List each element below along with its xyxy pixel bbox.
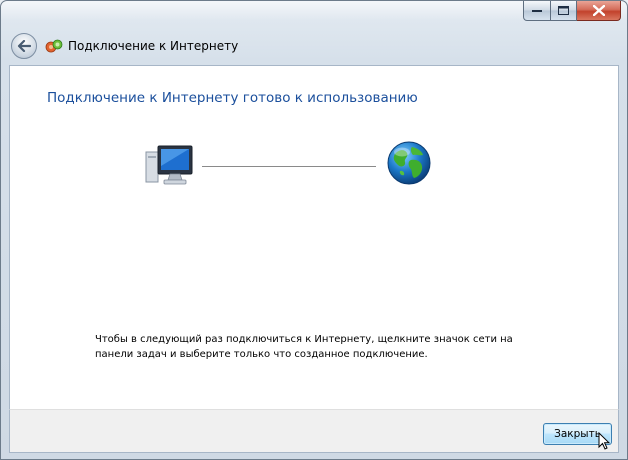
page-heading: Подключение к Интернету готово к использ… (47, 90, 418, 106)
wizard-window: Подключение к Интернету Подключение к Ин… (0, 0, 628, 460)
close-icon (592, 5, 605, 16)
connection-line (202, 166, 376, 167)
maximize-icon (558, 6, 569, 15)
close-window-button[interactable] (577, 1, 621, 21)
maximize-button[interactable] (551, 1, 577, 21)
mouse-cursor-icon (598, 432, 610, 450)
internet-globe-icon (387, 141, 431, 185)
navigation-bar: Подключение к Интернету (11, 33, 238, 59)
network-connection-icon (45, 39, 63, 53)
caption-buttons (523, 1, 621, 21)
back-button[interactable] (11, 33, 37, 59)
minimize-icon (532, 9, 542, 12)
content-panel: Подключение к Интернету готово к использ… (9, 65, 619, 410)
instruction-text: Чтобы в следующий раз подключиться к Инт… (95, 334, 513, 360)
window-title: Подключение к Интернету (68, 39, 239, 53)
button-bar: Закрыть (9, 409, 619, 453)
minimize-button[interactable] (523, 1, 551, 21)
back-arrow-icon (17, 40, 31, 52)
computer-icon (145, 145, 193, 185)
